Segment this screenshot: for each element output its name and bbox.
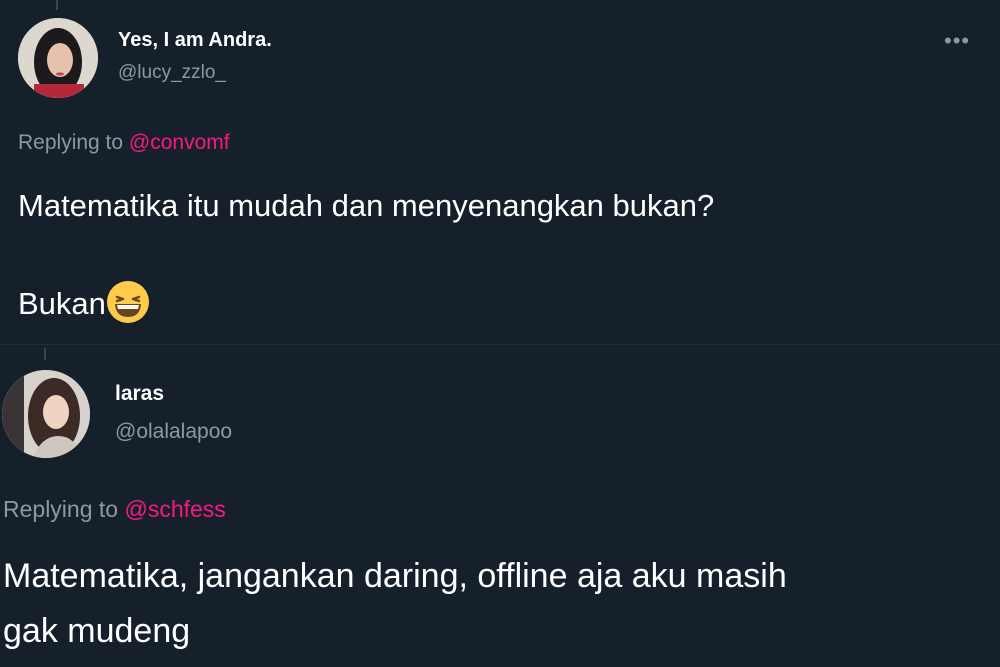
display-name[interactable]: Yes, I am Andra. (118, 29, 272, 52)
tweet-text-word: Bukan (18, 286, 106, 321)
more-horizontal-icon[interactable]: ••• (944, 30, 970, 52)
tweet-text-line-1: Matematika, jangankan daring, offline aj… (3, 557, 787, 595)
user-handle[interactable]: @lucy_zzlo_ (118, 62, 226, 84)
tweet-text-line-2: gak mudeng (3, 612, 191, 650)
replying-to: Replying to @convomf (18, 131, 230, 155)
user-handle[interactable]: @olalalapoo (115, 420, 232, 444)
avatar-andra-image (18, 18, 98, 98)
tweet-1[interactable]: Yes, I am Andra. @lucy_zzlo_ ••• Replyin… (0, 0, 1000, 345)
display-name[interactable]: laras (115, 382, 164, 406)
avatar-laras[interactable] (2, 370, 90, 458)
tweet-2[interactable]: laras @olalalapoo Replying to @schfess M… (0, 345, 1000, 667)
replying-to: Replying to @schfess (3, 496, 226, 523)
tweet-text-line-1: Matematika itu mudah dan menyenangkan bu… (18, 188, 715, 223)
avatar-laras-image (2, 370, 90, 458)
thread-line-top (44, 348, 46, 360)
tweet-text-line-2: Bukan (18, 280, 150, 324)
mention-link[interactable]: @schfess (124, 496, 225, 522)
tweet-thread: Yes, I am Andra. @lucy_zzlo_ ••• Replyin… (0, 0, 1000, 667)
thread-line-top (56, 0, 58, 10)
replying-to-prefix: Replying to (18, 131, 124, 154)
avatar-andra[interactable] (18, 18, 98, 98)
grinning-squinting-face-icon (106, 281, 149, 323)
replying-to-prefix: Replying to (3, 496, 119, 522)
mention-link[interactable]: @convomf (129, 131, 230, 154)
